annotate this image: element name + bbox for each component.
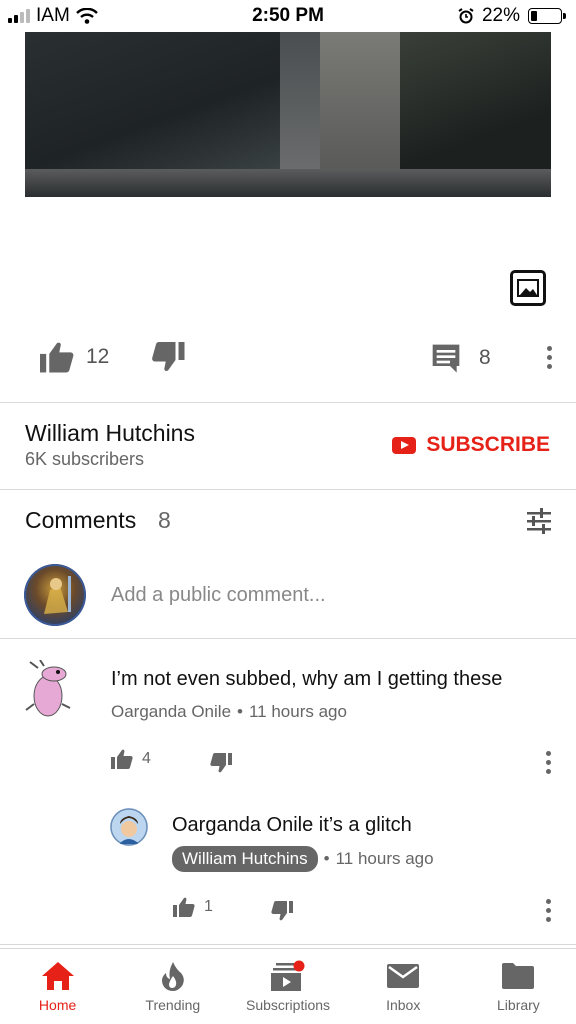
add-comment-input[interactable]: Add a public comment...: [111, 584, 326, 607]
thumb-down-icon: [271, 901, 293, 921]
video-player[interactable]: [25, 32, 551, 197]
comment-time: 11 hours ago: [248, 702, 347, 721]
status-right: 22%: [458, 5, 566, 27]
battery-icon: [528, 8, 566, 24]
commenter-avatar: [24, 660, 76, 722]
comment-dislike-button[interactable]: [209, 752, 233, 774]
thumb-down-icon: [210, 753, 232, 773]
reply-like-count: 1: [204, 898, 213, 915]
comment-more-icon[interactable]: [545, 751, 551, 774]
nav-label: Inbox: [386, 997, 421, 1013]
more-options-icon[interactable]: [546, 346, 552, 369]
reply-text: Oarganda Onile it’s a glitch: [172, 814, 412, 836]
comments-button[interactable]: 8: [429, 342, 491, 374]
user-avatar: [24, 564, 86, 626]
subscriber-count: 6K subscribers: [25, 449, 145, 469]
comment-meta: Oarganda Onile • 11 hours ago: [111, 702, 347, 722]
reply-dislike-button[interactable]: [270, 900, 294, 922]
nav-home[interactable]: Home: [0, 949, 115, 1024]
mail-icon: [387, 964, 420, 988]
like-count: 12: [86, 345, 110, 368]
dislike-button[interactable]: [150, 340, 186, 374]
comments-count: 8: [158, 507, 171, 533]
nav-label: Trending: [145, 997, 201, 1013]
nav-subscriptions[interactable]: Subscriptions: [230, 949, 345, 1024]
folder-icon: [502, 963, 535, 989]
thumb-up-icon: [173, 897, 195, 917]
thumb-down-icon: [152, 342, 185, 371]
divider: [0, 944, 576, 945]
nav-library[interactable]: Library: [461, 949, 576, 1024]
sort-filter-icon[interactable]: [525, 507, 553, 535]
divider: [0, 638, 576, 639]
comment-icon: [432, 344, 460, 373]
reply-meta: William Hutchins • 11 hours ago: [172, 846, 434, 872]
nav-trending[interactable]: Trending: [115, 949, 230, 1024]
comment-like-button[interactable]: 4: [110, 748, 151, 770]
meta-separator: •: [237, 702, 243, 721]
subscriptions-icon: [271, 960, 305, 991]
nav-inbox[interactable]: Inbox: [346, 949, 461, 1024]
meta-separator: •: [323, 849, 330, 868]
comment-count: 8: [479, 346, 491, 369]
flame-icon: [161, 962, 184, 991]
nav-label: Library: [497, 997, 540, 1013]
like-button[interactable]: 12: [38, 340, 109, 374]
reply-more-icon[interactable]: [545, 899, 551, 922]
reply-time: 11 hours ago: [335, 849, 434, 868]
nav-label: Subscriptions: [245, 997, 331, 1013]
status-bar: IAM 2:50 PM 22%: [0, 0, 576, 32]
youtube-logo-icon: [392, 436, 417, 454]
reply-author-badge[interactable]: William Hutchins: [172, 846, 318, 872]
video-actions: 12 8: [0, 334, 576, 384]
subscribe-button[interactable]: SUBSCRIBE: [392, 433, 550, 457]
channel-name[interactable]: William Hutchins: [25, 420, 195, 447]
thumb-up-icon: [40, 342, 74, 373]
comment-text: I’m not even subbed, why am I getting th…: [111, 668, 503, 690]
reply-like-button[interactable]: 1: [172, 896, 213, 918]
divider: [0, 402, 576, 403]
subscribe-label: SUBSCRIBE: [426, 433, 550, 456]
bottom-navigation: Home Trending Subscriptions Inbox Librar…: [0, 948, 576, 1024]
battery-percent: 22%: [481, 5, 520, 26]
thumb-up-icon: [111, 749, 133, 769]
divider: [0, 489, 576, 490]
home-icon: [41, 962, 74, 990]
nav-label: Home: [38, 997, 77, 1013]
alarm-icon: [458, 8, 474, 24]
reply-avatar: [110, 808, 148, 846]
comments-title: Comments: [25, 507, 137, 533]
image-icon[interactable]: [510, 270, 546, 306]
comment-like-count: 4: [142, 750, 151, 767]
comment-author[interactable]: Oarganda Onile: [111, 702, 231, 722]
